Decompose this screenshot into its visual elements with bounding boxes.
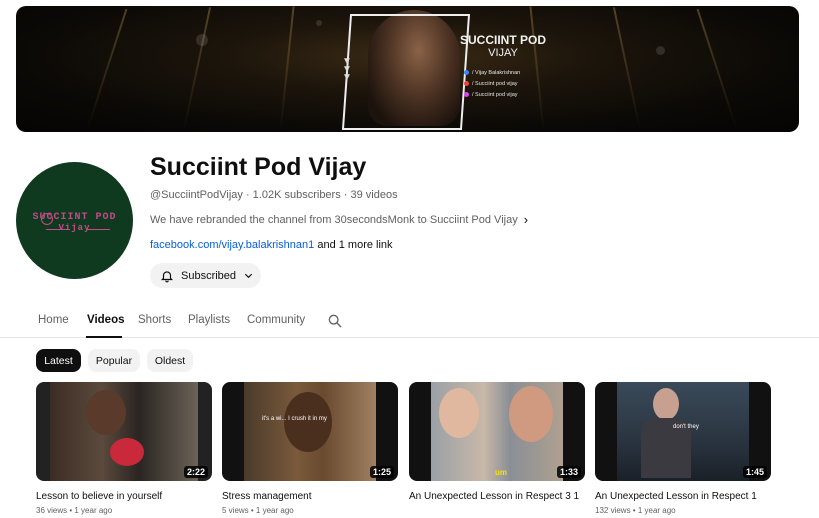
banner-social-item: / Vijay Balakrishnan bbox=[464, 68, 520, 79]
instagram-icon bbox=[464, 92, 469, 98]
video-duration: 2:22 bbox=[183, 466, 208, 478]
tab-community[interactable]: Community bbox=[247, 314, 305, 326]
chip-popular[interactable]: Popular bbox=[88, 349, 140, 372]
channel-meta: @SucciintPodVijay · 1.02K subscribers · … bbox=[150, 189, 398, 201]
subscribed-label: Subscribed bbox=[181, 269, 237, 282]
video-meta: 36 views • 1 year ago bbox=[36, 506, 113, 515]
logo-divider bbox=[86, 229, 110, 230]
facebook-icon bbox=[464, 70, 469, 76]
search-icon[interactable] bbox=[327, 313, 343, 329]
avatar-logo-line2: Vijay bbox=[58, 223, 91, 233]
banner-social-list: / Vijay Balakrishnan / Succiint pod vija… bbox=[464, 68, 520, 101]
banner-title: SUCCIINT POD VIJAY bbox=[446, 34, 560, 60]
video-duration: 1:45 bbox=[742, 466, 767, 478]
bell-icon bbox=[160, 270, 174, 282]
video-title[interactable]: An Unexpected Lesson in Respect 3 1 bbox=[409, 490, 585, 504]
banner-social-item: / Succiint pod vijay bbox=[464, 90, 520, 101]
video-card[interactable]: um 1:33 An Unexpected Lesson in Respect … bbox=[409, 382, 585, 506]
chevron-right-icon[interactable]: › bbox=[524, 212, 528, 227]
video-duration: 1:33 bbox=[556, 466, 581, 478]
banner-social-item: / Succiint pod vijay bbox=[464, 79, 520, 90]
more-links[interactable]: and 1 more link bbox=[317, 239, 392, 251]
tab-shorts[interactable]: Shorts bbox=[138, 314, 171, 326]
active-tab-indicator bbox=[86, 336, 122, 338]
youtube-icon bbox=[464, 81, 469, 87]
video-thumbnail[interactable]: don't they 1:45 bbox=[595, 382, 771, 481]
thumbnail-person bbox=[86, 390, 126, 435]
video-card[interactable]: don't they 1:45 An Unexpected Lesson in … bbox=[595, 382, 771, 515]
avatar-logo-line1: SUCCIINT POD bbox=[32, 212, 117, 223]
video-meta: 132 views • 1 year ago bbox=[595, 506, 676, 515]
channel-banner: ▼ ▼ ▼ SUCCIINT POD VIJAY / Vijay Balakrish… bbox=[16, 6, 799, 132]
banner-arrows-icon: ▼ ▼ ▼ bbox=[342, 56, 352, 83]
thumbnail-person bbox=[439, 388, 479, 438]
banner-title-line2: VIJAY bbox=[488, 47, 518, 59]
tab-videos[interactable]: Videos bbox=[87, 314, 125, 326]
channel-name: Succiint Pod Vijay bbox=[150, 153, 367, 181]
channel-description-text: We have rebranded the channel from 30sec… bbox=[150, 213, 518, 226]
video-caption: it's a wi... I crush it in my bbox=[262, 416, 327, 422]
banner-frame bbox=[341, 14, 471, 130]
chip-latest[interactable]: Latest bbox=[36, 349, 81, 372]
video-title[interactable]: Stress management bbox=[222, 490, 398, 504]
video-title[interactable]: An Unexpected Lesson in Respect 1 bbox=[595, 490, 771, 504]
banner-title-line1: SUCCIINT POD bbox=[459, 33, 546, 47]
facebook-link[interactable]: facebook.com/vijay.balakrishnan1 bbox=[150, 239, 314, 251]
thumbnail-object bbox=[110, 438, 144, 466]
video-caption: don't they bbox=[673, 424, 699, 430]
video-meta: 5 views • 1 year ago bbox=[222, 506, 294, 515]
subscribed-button[interactable]: Subscribed bbox=[150, 263, 261, 288]
channel-links: facebook.com/vijay.balakrishnan1 and 1 m… bbox=[150, 239, 393, 251]
chip-oldest[interactable]: Oldest bbox=[147, 349, 193, 372]
channel-avatar[interactable]: SUCCIINT POD Vijay bbox=[16, 162, 133, 279]
video-thumbnail[interactable]: um 1:33 bbox=[409, 382, 585, 481]
channel-description[interactable]: We have rebranded the channel from 30sec… bbox=[150, 212, 528, 227]
thumbnail-person bbox=[284, 392, 332, 452]
video-duration: 1:25 bbox=[369, 466, 394, 478]
video-card[interactable]: 2:22 Lesson to believe in yourself 36 vi… bbox=[36, 382, 212, 515]
thumbnail-person bbox=[509, 386, 553, 442]
chevron-down-icon bbox=[244, 273, 253, 279]
tab-home[interactable]: Home bbox=[38, 314, 69, 326]
video-title[interactable]: Lesson to believe in yourself bbox=[36, 490, 212, 504]
video-thumbnail[interactable]: it's a wi... I crush it in my 1:25 bbox=[222, 382, 398, 481]
video-caption: um bbox=[495, 468, 507, 477]
video-card[interactable]: it's a wi... I crush it in my 1:25 Stres… bbox=[222, 382, 398, 515]
channel-tabs: Home Videos Shorts Playlists Community bbox=[0, 304, 819, 338]
thumbnail-person bbox=[653, 388, 679, 420]
video-thumbnail[interactable]: 2:22 bbox=[36, 382, 212, 481]
tab-playlists[interactable]: Playlists bbox=[188, 314, 230, 326]
